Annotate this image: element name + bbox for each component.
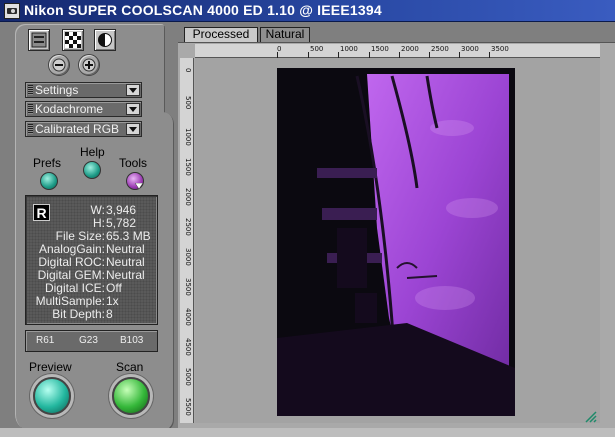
grip-icon	[28, 124, 33, 134]
chevron-down-icon[interactable]	[126, 103, 140, 115]
zoom-in-icon	[82, 58, 96, 72]
tab-natural[interactable]: Natural	[260, 27, 310, 42]
film-strip-icon	[31, 32, 47, 48]
vertical-ruler: 0 500 1000 1500 2000 2500 3000 3500 4000…	[180, 58, 194, 423]
ruler-tick-label: 1000	[184, 128, 192, 146]
preview-label: Preview	[29, 360, 72, 374]
contrast-icon	[98, 33, 112, 47]
ruler-tick-label: 5500	[184, 398, 192, 416]
ruler-tick-label: 500	[184, 96, 192, 110]
help-label: Help	[80, 145, 105, 159]
contrast-button[interactable]	[94, 29, 116, 51]
scanned-image-content	[277, 68, 515, 416]
color-space-dropdown-label: Calibrated RGB	[35, 122, 120, 136]
help-button[interactable]	[83, 161, 101, 179]
settings-dropdown[interactable]: Settings	[25, 82, 142, 98]
channel-badge[interactable]: R	[33, 204, 50, 221]
chevron-down-icon[interactable]	[126, 84, 140, 96]
checker-button[interactable]	[62, 29, 84, 51]
zoom-out-icon	[52, 58, 66, 72]
preview-button[interactable]	[33, 377, 71, 415]
horizontal-ruler: 0 500 1000 1500 2000 2500 3000 3500	[195, 44, 600, 58]
zoom-out-button[interactable]	[48, 54, 70, 76]
scan-label: Scan	[116, 360, 144, 374]
status-strip	[0, 428, 615, 437]
prefs-label: Prefs	[33, 156, 62, 170]
window-title: Nikon SUPER COOLSCAN 4000 ED 1.10 @ IEEE…	[24, 2, 382, 18]
rgb-readout: R61 G23 B103	[25, 330, 158, 352]
title-bar: Nikon SUPER COOLSCAN 4000 ED 1.10 @ IEEE…	[0, 0, 615, 22]
camera-icon[interactable]	[4, 3, 20, 19]
chevron-down-icon[interactable]	[126, 123, 140, 135]
tools-button[interactable]	[126, 172, 144, 190]
ruler-tick-label: 2500	[184, 218, 192, 236]
zoom-in-button[interactable]	[78, 54, 100, 76]
tools-label: Tools	[119, 156, 148, 170]
ruler-tick-label: 0	[184, 68, 192, 73]
info-key: Bit Depth:	[52, 307, 105, 321]
ruler-tick-label: 4500	[184, 338, 192, 356]
green-value: G23	[79, 335, 98, 346]
prefs-button[interactable]	[40, 172, 58, 190]
red-value: R61	[36, 335, 55, 346]
film-type-dropdown[interactable]: Kodachrome	[25, 101, 142, 117]
scanned-image[interactable]	[277, 68, 515, 416]
ruler-tick-label: 1500	[184, 158, 192, 176]
horizontal-ruler-ticks	[277, 52, 490, 58]
ruler-tick-label: 4000	[184, 308, 192, 326]
ruler-tick-label: 3000	[184, 248, 192, 266]
film-type-dropdown-label: Kodachrome	[35, 102, 104, 116]
triangle-down-icon	[135, 183, 143, 189]
checker-icon	[65, 32, 81, 48]
ruler-tick-label: 3500	[184, 278, 192, 296]
blue-value: B103	[120, 335, 144, 346]
settings-dropdown-label: Settings	[35, 83, 79, 97]
film-strip-button[interactable]	[28, 29, 50, 51]
resize-grip-icon[interactable]	[584, 410, 598, 424]
ruler-tick-label: 2000	[184, 188, 192, 206]
tab-processed[interactable]: Processed	[184, 27, 258, 42]
grip-icon	[28, 104, 33, 114]
color-space-dropdown[interactable]: Calibrated RGB	[25, 121, 142, 137]
image-info-panel: R W: 3,946 H: 5,782 File Size: 65.3 MB A…	[25, 195, 158, 325]
grip-icon	[28, 85, 33, 95]
ruler-tick-label: 5000	[184, 368, 192, 386]
info-value: 8	[106, 307, 113, 321]
scan-button[interactable]	[112, 377, 150, 415]
